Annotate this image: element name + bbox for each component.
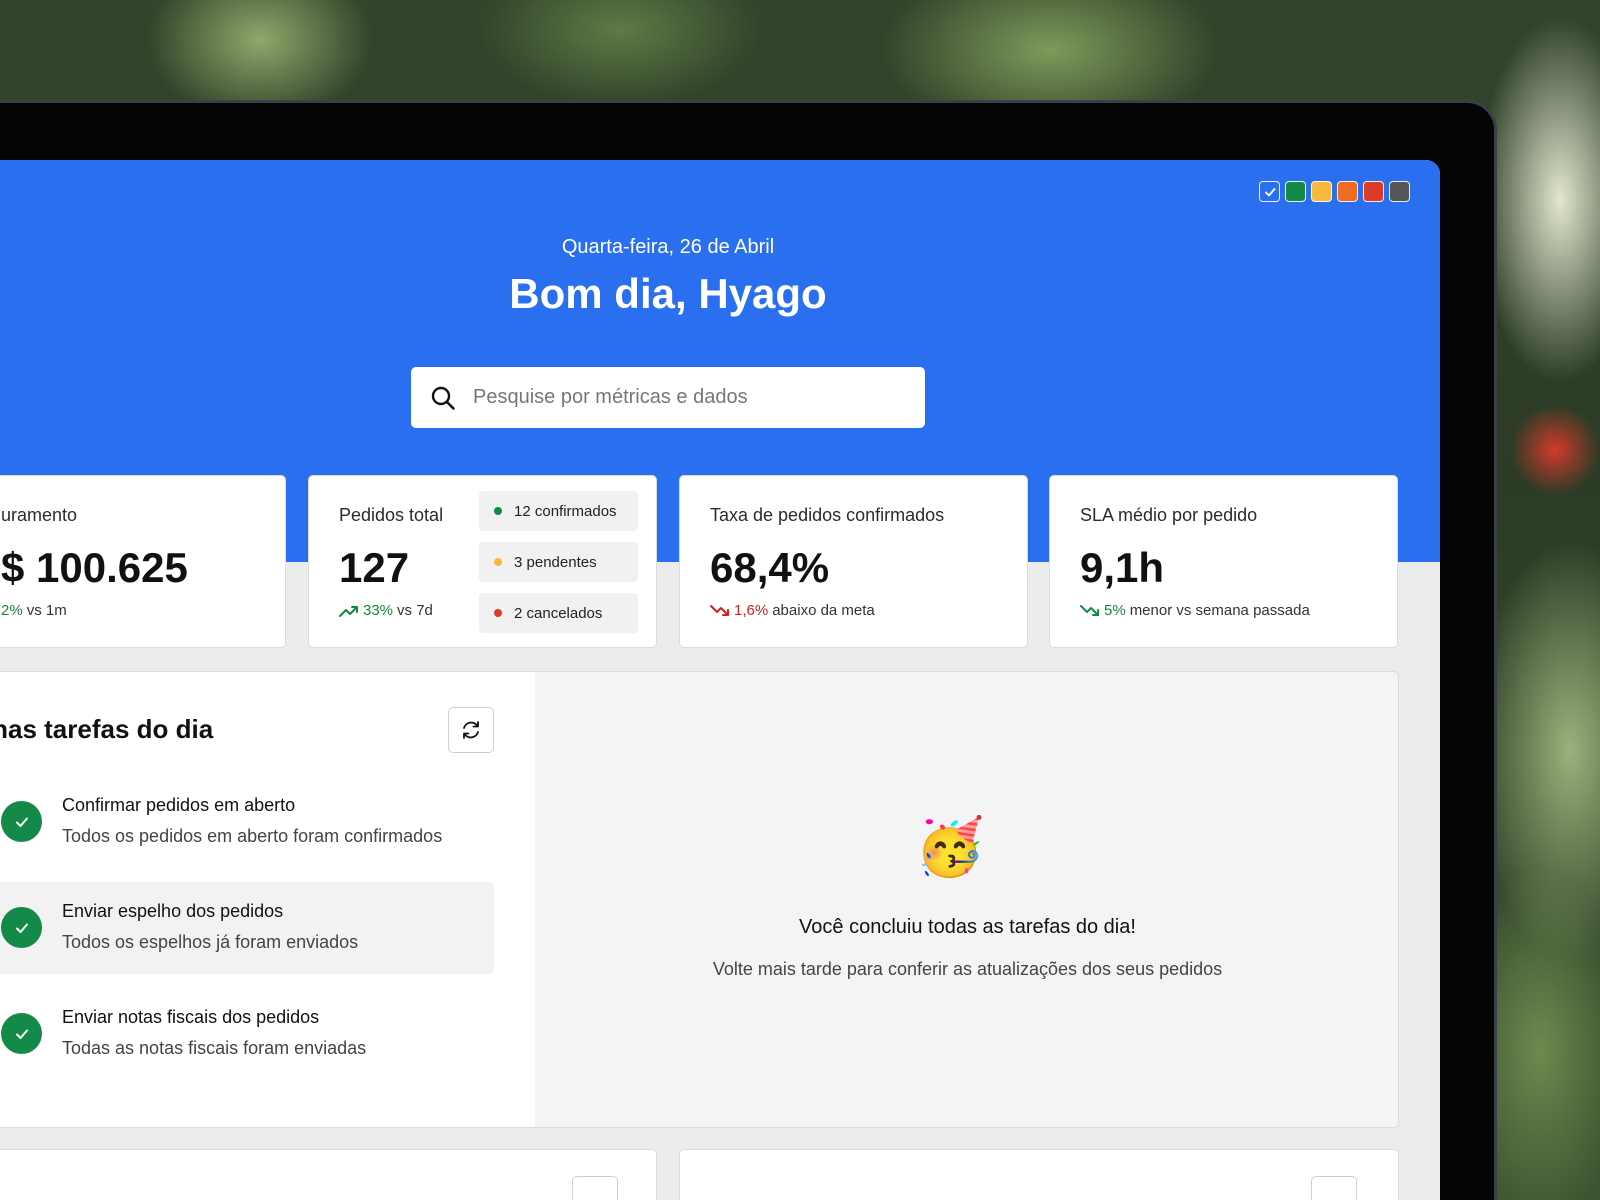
- tasks-title: inhas tarefas do dia: [0, 714, 214, 744]
- delta-text: vs 7d: [397, 602, 433, 619]
- metric-delta: 2% vs 1m: [1, 602, 67, 619]
- metric-label: Pedidos total: [339, 505, 444, 525]
- card-action-button[interactable]: [572, 1176, 618, 1200]
- status-pill-confirmed[interactable]: 12 confirmados: [479, 491, 638, 531]
- status-label: cancelados: [526, 604, 603, 622]
- search-icon: [429, 384, 457, 412]
- task-title: Confirmar pedidos em aberto: [62, 795, 296, 815]
- status-label: confirmados: [534, 502, 617, 520]
- theme-swatch-blue[interactable]: [1259, 181, 1280, 202]
- metric-value: $ 100.625: [1, 544, 188, 591]
- task-subtitle: Todos os pedidos em aberto foram confirm…: [62, 826, 443, 846]
- delta-value: 33%: [363, 602, 394, 619]
- task-item[interactable]: Enviar espelho dos pedidos Todos os espe…: [0, 882, 494, 974]
- search-input[interactable]: [473, 386, 893, 409]
- status-dot: [494, 609, 502, 617]
- empty-state-subtitle: Volte mais tarde para conferir as atuali…: [712, 959, 1223, 979]
- status-label: pendentes: [526, 553, 597, 571]
- bottom-card-right: [679, 1149, 1399, 1200]
- empty-state-title: Você concluiu todas as tarefas do dia!: [799, 916, 1136, 938]
- theme-swatch-green[interactable]: [1285, 181, 1306, 202]
- delta-text: vs 1m: [26, 602, 67, 619]
- check-circle-icon: [1, 1013, 42, 1054]
- theme-swatch-red[interactable]: [1363, 181, 1384, 202]
- theme-swatches: [1259, 181, 1410, 202]
- check-circle-icon: [1, 907, 42, 948]
- delta-text: menor vs semana passada: [1129, 602, 1310, 619]
- party-face-icon: 🥳: [915, 815, 985, 878]
- greeting-title: Bom dia, Hyago: [509, 270, 827, 317]
- tasks-list-section: inhas tarefas do dia Confirmar pedidos e…: [0, 672, 535, 1127]
- task-title: Enviar notas fiscais dos pedidos: [62, 1007, 320, 1027]
- status-count: 2: [514, 604, 523, 622]
- current-date: Quarta-feira, 26 de Abril: [561, 236, 775, 258]
- metric-value: 9,1h: [1080, 544, 1165, 591]
- delta-value: 5%: [1104, 602, 1126, 619]
- metric-delta: 33% vs 7d: [339, 602, 433, 619]
- trend-up-icon: [339, 605, 358, 617]
- metric-card-orders[interactable]: Pedidos total 127 33% vs 7d 12 confirmad…: [308, 475, 657, 648]
- theme-swatch-yellow[interactable]: [1311, 181, 1332, 202]
- metric-value: 127: [339, 544, 410, 591]
- status-pill-pending[interactable]: 3 pendentes: [479, 542, 638, 582]
- metric-delta: 1,6% abaixo da meta: [710, 602, 875, 619]
- metric-label: Taxa de pedidos confirmados: [710, 505, 945, 525]
- task-title: Enviar espelho dos pedidos: [62, 901, 284, 921]
- status-dot: [494, 558, 502, 566]
- metric-card-confirmation-rate[interactable]: Taxa de pedidos confirmados 68,4% 1,6% a…: [679, 475, 1028, 648]
- check-icon: [1264, 187, 1275, 196]
- status-dot: [494, 507, 502, 515]
- search-bar[interactable]: [411, 367, 925, 428]
- metric-card-revenue[interactable]: uramento $ 100.625 2% vs 1m: [0, 475, 286, 648]
- status-count: 3: [514, 553, 523, 571]
- theme-swatch-gray[interactable]: [1389, 181, 1410, 202]
- check-circle-icon: [1, 801, 42, 842]
- order-status-list: 12 confirmados 3 pendentes 2 cancelados: [479, 491, 638, 633]
- app-screen: Quarta-feira, 26 de Abril Bom dia, Hyago…: [0, 160, 1440, 1200]
- metric-label: SLA médio por pedido: [1080, 505, 1258, 525]
- daily-tasks-panel: inhas tarefas do dia Confirmar pedidos e…: [0, 671, 1399, 1128]
- task-item[interactable]: Confirmar pedidos em aberto Todos os ped…: [0, 776, 494, 868]
- task-item[interactable]: Enviar notas fiscais dos pedidos Todas a…: [0, 988, 494, 1080]
- trend-down-icon: [1080, 604, 1099, 616]
- status-count: 12: [514, 502, 531, 520]
- metric-value: 68,4%: [710, 544, 830, 591]
- metric-delta: 5% menor vs semana passada: [1080, 602, 1310, 619]
- delta-value: 2%: [1, 602, 23, 619]
- card-title-peek: [1, 1178, 331, 1200]
- trend-down-icon: [710, 604, 729, 616]
- refresh-icon: [463, 721, 479, 739]
- metric-label: uramento: [1, 505, 78, 525]
- delta-value: 1,6%: [734, 602, 769, 619]
- tasks-complete-state: 🥳 Você concluiu todas as tarefas do dia!…: [535, 672, 1398, 1127]
- card-action-button[interactable]: [1311, 1176, 1357, 1200]
- bottom-card-left: [0, 1149, 657, 1200]
- delta-text: abaixo da meta: [772, 602, 875, 619]
- theme-swatch-orange[interactable]: [1337, 181, 1358, 202]
- task-subtitle: Todas as notas fiscais foram enviadas: [62, 1038, 367, 1058]
- metric-card-sla[interactable]: SLA médio por pedido 9,1h 5% menor vs se…: [1049, 475, 1398, 648]
- task-subtitle: Todos os espelhos já foram enviados: [62, 932, 359, 952]
- status-pill-cancelled[interactable]: 2 cancelados: [479, 593, 638, 633]
- refresh-button[interactable]: [448, 707, 494, 753]
